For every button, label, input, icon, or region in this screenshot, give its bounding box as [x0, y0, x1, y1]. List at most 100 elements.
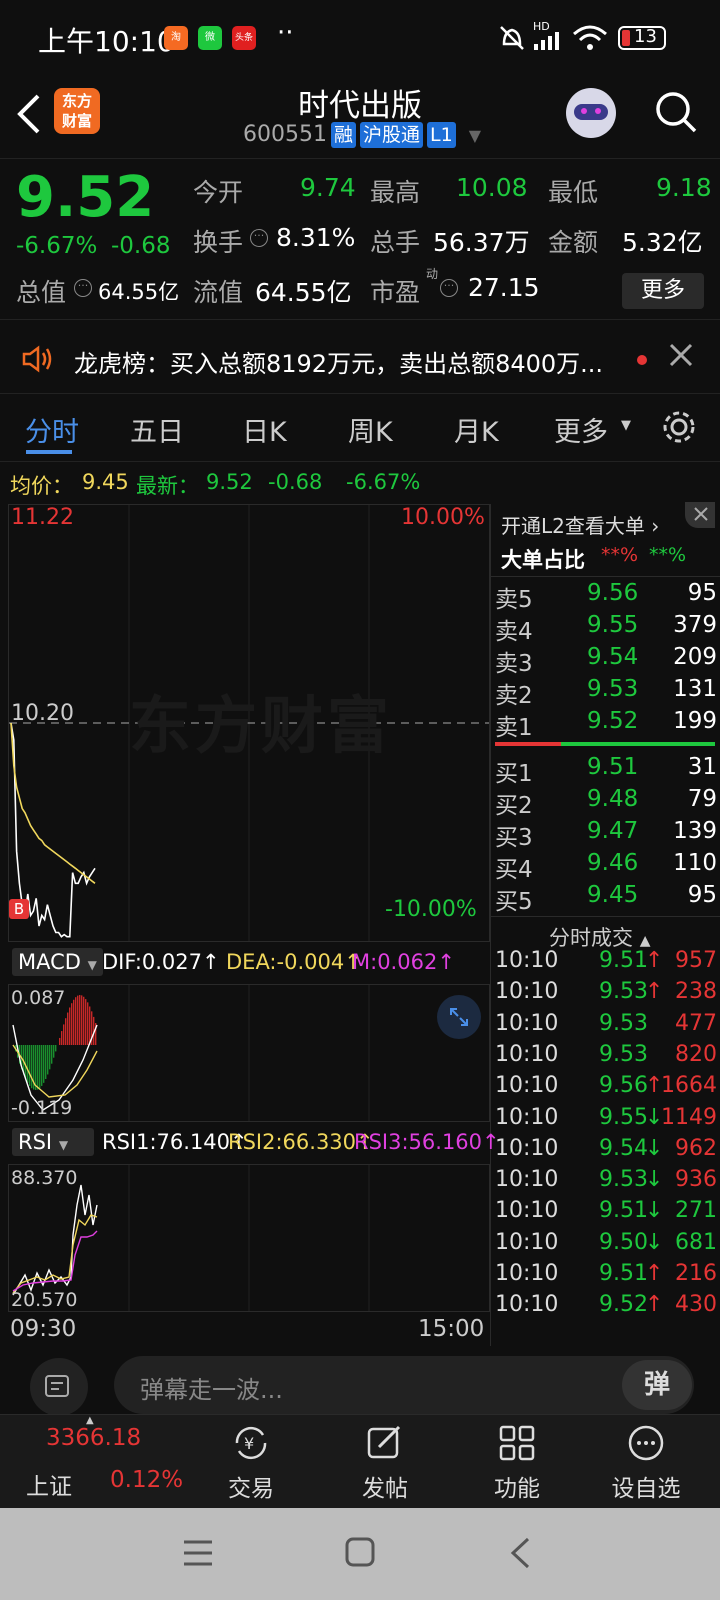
open-value: 9.74 [300, 173, 356, 202]
macd-bar [37, 1045, 39, 1090]
back-nav-icon[interactable] [508, 1536, 532, 1570]
ask-vol: 379 [673, 612, 717, 638]
intraday-chart[interactable]: 东方财富 11.22 10.00% 10.20 -10.00% B [8, 504, 490, 942]
macd-bar [81, 995, 83, 1045]
macd-dea-value: DEA:-0.004 [226, 950, 345, 974]
bid-label: 买3 [495, 825, 533, 851]
rsi-chart-svg [12, 1165, 370, 1311]
tick-price: 9.51 [599, 948, 648, 973]
nav-post[interactable]: 发帖 [352, 1423, 418, 1503]
tick-time: 10:10 [495, 948, 559, 973]
tick-volume: 681 [675, 1229, 717, 1255]
tick-volume: 1149 [661, 1104, 717, 1130]
ask-vol: 209 [673, 644, 717, 670]
home-icon[interactable] [344, 1536, 376, 1568]
info-icon[interactable]: ··· [74, 279, 92, 297]
change-amount: -0.68 [111, 233, 171, 259]
index-name[interactable]: 上证 [26, 1467, 72, 1501]
nav-functions[interactable]: 功能 [484, 1423, 550, 1503]
tab-5day[interactable]: 五日 [130, 410, 184, 449]
macd-bar [41, 1045, 43, 1086]
macd-bar [65, 1018, 67, 1045]
nav-trade[interactable]: ¥ 交易 [218, 1423, 284, 1503]
search-icon[interactable] [654, 90, 698, 134]
danmaku-toggle[interactable]: 弹 [622, 1360, 692, 1410]
menu-icon[interactable] [182, 1538, 214, 1568]
rsi-indicator-select[interactable]: RSI ▼ [12, 1128, 94, 1156]
nav-add-watchlist[interactable]: 设自选 [604, 1423, 688, 1503]
macd-m-value: M:0.062 [352, 950, 438, 974]
edit-icon [367, 1425, 401, 1459]
buy-marker[interactable]: B [9, 899, 29, 919]
index-pct[interactable]: 0.12% [110, 1467, 183, 1493]
tick-time: 10:10 [495, 1010, 559, 1036]
wifi-icon [573, 25, 607, 50]
danmaku-bar: 弹幕走一波... 弹 [0, 1350, 720, 1416]
index-value[interactable]: 3366.18 [46, 1425, 141, 1451]
tab-daily-k[interactable]: 日K [242, 410, 287, 449]
rsi3-value: RSI3:56.160 [354, 1130, 483, 1154]
rsi-top-label: 88.370 [11, 1167, 78, 1189]
l2-upgrade-link[interactable]: 开通L2查看大单 › [501, 510, 659, 539]
status-bar: 上午10:10 淘 微 头条 ·· HD 13 [0, 0, 720, 78]
tick-direction: ↑ [645, 1292, 664, 1318]
tick-volume: 957 [675, 948, 717, 973]
macd-indicator-select[interactable]: MACD ▼ [12, 948, 103, 976]
chevron-down-icon[interactable]: ▼ [469, 126, 481, 145]
tab-intraday[interactable]: 分时 [25, 410, 79, 449]
ask-label: 卖2 [495, 683, 533, 709]
caret-down-icon: ▼ [621, 418, 631, 433]
gear-icon[interactable] [660, 408, 698, 446]
series-avg [10, 722, 96, 884]
nav-post-label: 发帖 [362, 1476, 408, 1502]
macd-panel[interactable]: 0.087 -0.119 [8, 984, 490, 1122]
yen-cycle-icon: ¥ [235, 1426, 267, 1460]
bid-label: 买2 [495, 793, 533, 819]
ask-label: 卖5 [495, 587, 533, 613]
bottom-nav: ▲ 3366.18 上证 0.12% ¥ 交易 发帖 功能 设自选 [0, 1414, 720, 1508]
tab-monthly-k[interactable]: 月K [454, 410, 499, 449]
info-icon[interactable]: ··· [440, 279, 458, 297]
bid-label: 买1 [495, 761, 533, 787]
wechat-icon: 微 [198, 26, 222, 50]
tick-time: 10:10 [495, 1198, 559, 1224]
danmaku-settings-icon[interactable] [30, 1358, 88, 1416]
tab-more[interactable]: 更多 [554, 410, 608, 449]
macd-bar [55, 1045, 57, 1052]
rsi3: RSI3:56.160↑ [354, 1130, 500, 1154]
macd-dea: DEA:-0.004↑ [226, 950, 362, 974]
expand-icon[interactable] [437, 995, 481, 1039]
bid-vol: 110 [673, 850, 717, 876]
danmaku-input[interactable]: 弹幕走一波... 弹 [114, 1356, 694, 1414]
ask-vol: 131 [673, 676, 717, 702]
unread-dot [637, 355, 647, 365]
tick-volume: 430 [675, 1292, 717, 1318]
tick-direction: ↓ [645, 1167, 664, 1193]
info-icon[interactable]: ··· [250, 229, 268, 247]
ask-price: 9.56 [587, 580, 639, 606]
ask-vol: 95 [687, 580, 717, 606]
low-label: 最低 [548, 178, 599, 207]
status-time: 上午10:10 [38, 25, 175, 58]
buy-sell-ratio-bar-red [495, 742, 561, 746]
tick-price: 9.55 [599, 1104, 648, 1130]
nav-trade-label: 交易 [228, 1476, 274, 1502]
rsi-panel[interactable]: 88.370 20.570 [8, 1164, 490, 1312]
ask-2: 卖2 9.53 131 [495, 676, 717, 709]
tick-volume: 477 [675, 1010, 717, 1036]
tab-weekly-k[interactable]: 周K [348, 410, 393, 449]
close-icon[interactable] [685, 502, 715, 528]
dragon-tiger-notice[interactable]: 龙虎榜：买入总额8192万元，卖出总额8400万... [0, 322, 720, 394]
robot-assistant-icon[interactable] [566, 88, 616, 138]
tick-row: 10:10 9.50 ↓ 681 [495, 1230, 717, 1262]
more-quote-button[interactable]: 更多 [622, 273, 704, 309]
ask-3: 卖3 9.54 209 [495, 644, 717, 677]
macd-bar [49, 1045, 51, 1070]
close-icon[interactable] [668, 342, 694, 368]
change-pct: -6.67% [16, 233, 98, 259]
ask-5: 卖5 9.56 95 [495, 580, 717, 613]
tick-row: 10:10 9.51 ↑ 957 [495, 948, 717, 980]
current-price: 9.52 [16, 165, 155, 230]
ask-label: 卖4 [495, 619, 533, 645]
tick-volume: 216 [675, 1261, 717, 1286]
